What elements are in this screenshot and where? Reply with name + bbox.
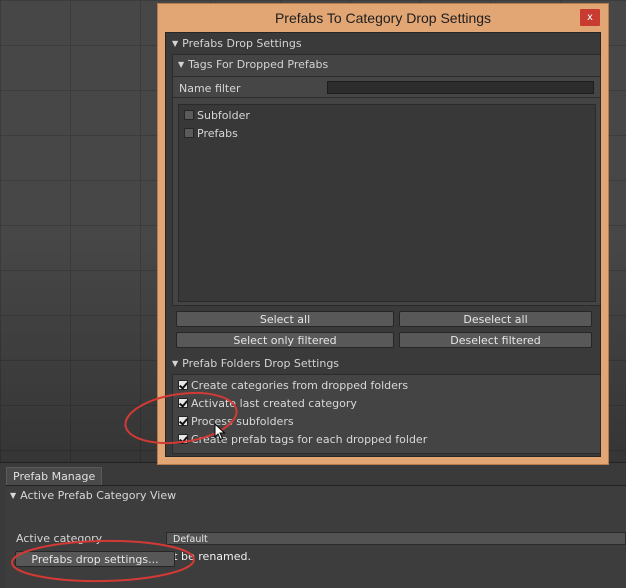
foldout-label: Prefab Folders Drop Settings	[182, 357, 340, 370]
close-button[interactable]: x	[580, 9, 600, 26]
select-only-filtered-button[interactable]: Select only filtered	[176, 332, 394, 348]
triangle-down-icon: ▼	[178, 60, 185, 69]
select-all-button[interactable]: Select all	[176, 311, 394, 327]
window-content: ▼ Prefabs Drop Settings ▼ Tags For Dropped…	[165, 32, 601, 457]
deselect-filtered-button[interactable]: Deselect filtered	[399, 332, 592, 348]
prefab-manager-panel: Prefab Manage ▼ Active Prefab Category Vi…	[0, 462, 626, 588]
checkbox-checked-icon	[178, 398, 188, 408]
tag-label: Prefabs	[197, 127, 238, 140]
tab-prefab-manage[interactable]: Prefab Manage	[6, 467, 103, 486]
mouse-cursor-icon	[214, 423, 226, 441]
checkbox-checked-icon	[178, 380, 188, 390]
drop-settings-window: Prefabs To Category Drop Settings x ▼ Pre…	[157, 3, 609, 465]
option-label: Create categories from dropped folders	[191, 379, 409, 392]
deselect-all-button[interactable]: Deselect all	[399, 311, 592, 327]
tag-label: Subfolder	[197, 109, 250, 122]
foldout-label: Active Prefab Category View	[20, 489, 177, 502]
option-create-categories[interactable]: Create categories from dropped folders	[178, 378, 408, 394]
option-process-subfolders[interactable]: Process subfolders	[178, 414, 294, 430]
tags-group: ▼ Tags For Dropped Prefabs Name filter Su…	[172, 54, 601, 306]
option-label: Create prefab tags for each dropped fold…	[191, 433, 428, 446]
checkbox-checked-icon	[178, 416, 188, 426]
triangle-down-icon: ▼	[172, 359, 179, 368]
prefab-manager-body: ▼ Active Prefab Category View Active cate…	[6, 485, 626, 588]
option-label: Activate last created category	[191, 397, 357, 410]
foldout-prefab-folders-drop-settings[interactable]: ▼ Prefab Folders Drop Settings	[172, 356, 339, 372]
tag-list: Subfolder Prefabs	[178, 104, 596, 302]
foldout-tags-for-dropped-prefabs[interactable]: ▼ Tags For Dropped Prefabs	[178, 57, 328, 73]
active-category-dropdown[interactable]: Default	[166, 532, 626, 545]
triangle-down-icon: ▼	[172, 39, 179, 48]
close-icon: x	[587, 12, 593, 23]
triangle-down-icon: ▼	[10, 491, 17, 500]
prefabs-drop-settings-button[interactable]: Prefabs drop settings...	[15, 551, 175, 567]
tag-toggle-subfolder[interactable]: Subfolder	[184, 108, 250, 124]
window-title: Prefabs To Category Drop Settings	[274, 10, 492, 26]
foldout-label: Tags For Dropped Prefabs	[188, 58, 329, 71]
active-category-label: Active category	[16, 532, 103, 545]
checkbox-icon	[184, 110, 194, 120]
option-activate-last-category[interactable]: Activate last created category	[178, 396, 357, 412]
name-filter-label: Name filter	[179, 82, 241, 95]
option-label: Process subfolders	[191, 415, 294, 428]
name-filter-row: Name filter	[172, 76, 601, 98]
checkbox-checked-icon	[178, 434, 188, 444]
foldout-active-category-view[interactable]: ▼ Active Prefab Category View	[10, 488, 176, 504]
foldout-prefabs-drop-settings[interactable]: ▼ Prefabs Drop Settings	[172, 36, 302, 52]
folder-options-group: Create categories from dropped folders A…	[172, 374, 601, 454]
foldout-label: Prefabs Drop Settings	[182, 37, 302, 50]
name-filter-input[interactable]	[327, 81, 594, 94]
tag-toggle-prefabs[interactable]: Prefabs	[184, 126, 238, 142]
checkbox-icon	[184, 128, 194, 138]
